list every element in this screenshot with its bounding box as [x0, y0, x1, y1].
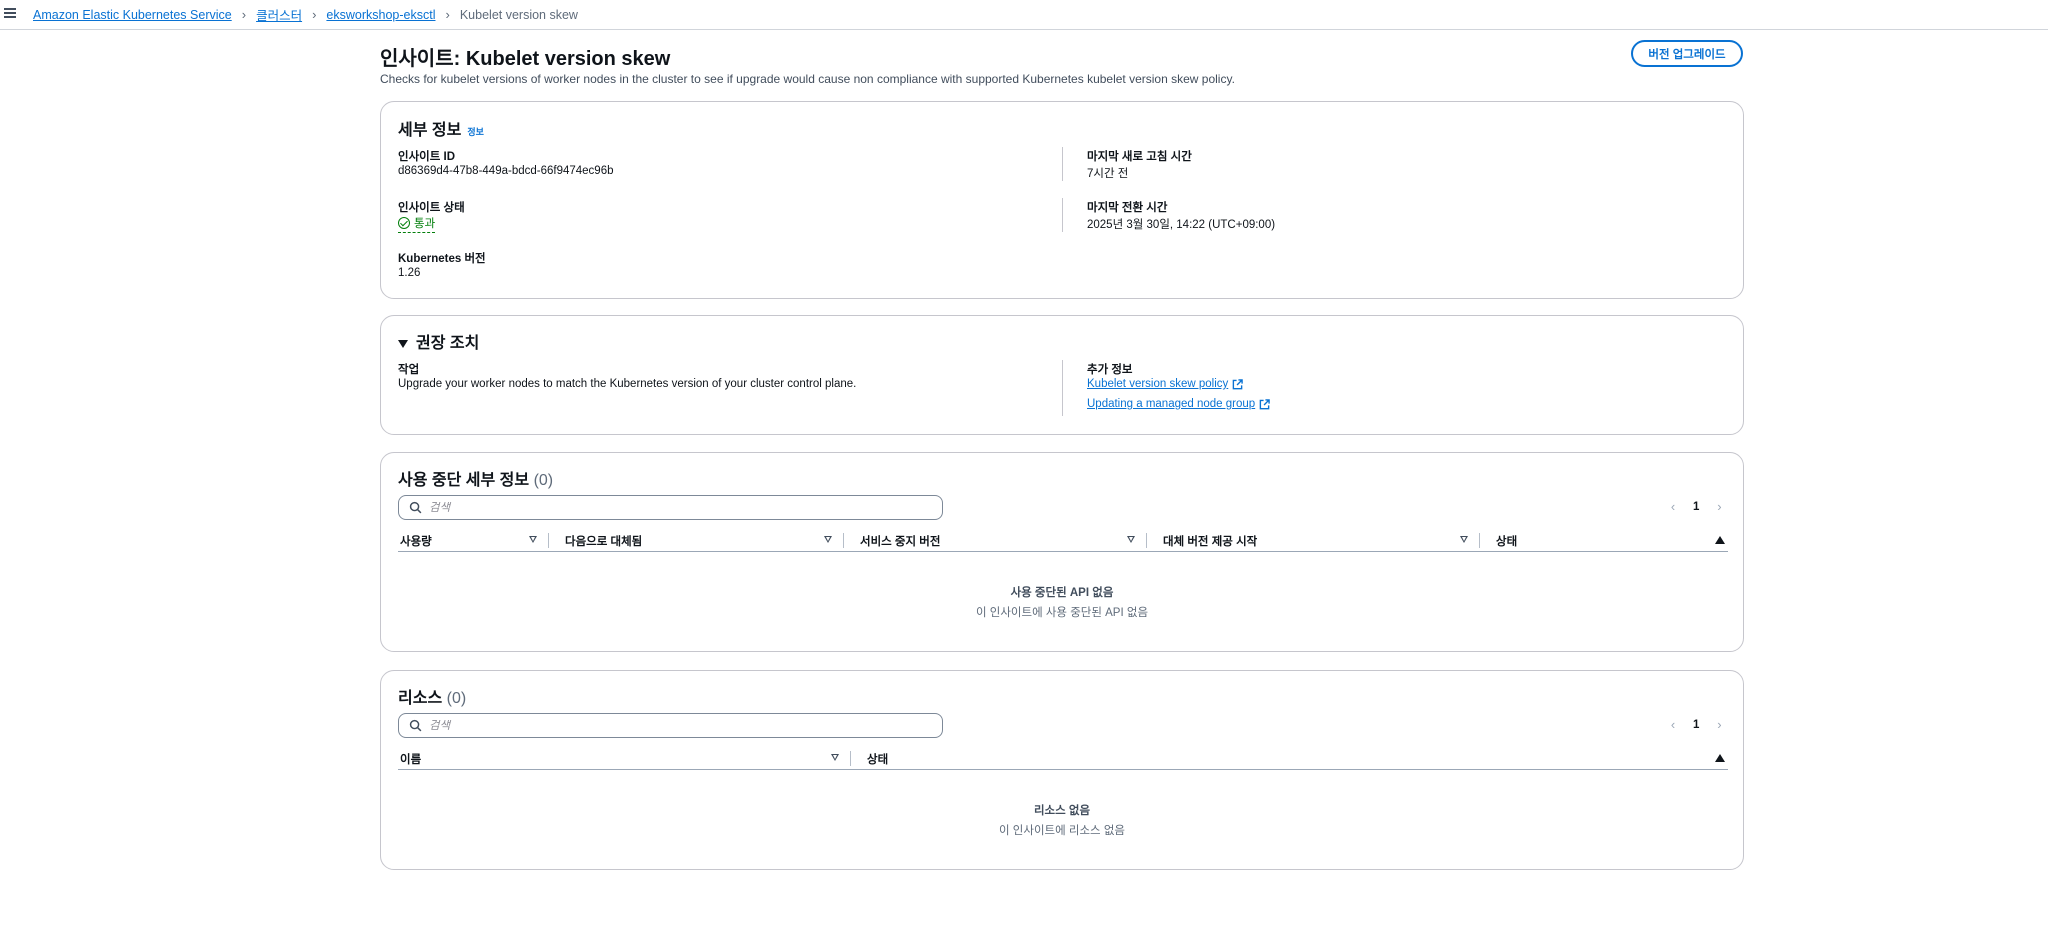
upgrade-version-button[interactable]: 버전 업그레이드	[1631, 40, 1743, 67]
resources-heading-text: 리소스	[398, 690, 443, 707]
resources-count: (0)	[446, 690, 467, 707]
recommendation-heading: 권장 조치	[416, 335, 480, 352]
k8s-version-label: Kubernetes 버전	[398, 253, 486, 265]
chevron-right-icon: ›	[241, 7, 247, 22]
info-link[interactable]: 정보	[467, 127, 484, 137]
sort-ascending-icon[interactable]	[1715, 536, 1725, 544]
insight-id-value: d86369d4-47b8-449a-bdcd-66f9474ec96b	[398, 165, 614, 177]
column-divider	[1062, 147, 1063, 181]
deprecation-heading: 사용 중단 세부 정보 (0)	[398, 466, 553, 490]
breadcrumb-current: Kubelet version skew	[459, 7, 578, 22]
recommendation-expand-toggle[interactable]: 권장 조치	[398, 329, 479, 353]
caret-down-icon	[398, 339, 408, 348]
top-navigation-bar: Amazon Elastic Kubernetes Service › 클러스터…	[0, 0, 2048, 30]
resources-pagination: ‹ 1 ›	[1665, 717, 1727, 732]
chevron-left-icon[interactable]: ‹	[1665, 717, 1681, 732]
resources-search-input[interactable]	[429, 719, 909, 732]
breadcrumb-cluster[interactable]: eksworkshop-eksctl	[326, 8, 435, 22]
external-link-icon	[1259, 398, 1270, 409]
empty-state-description: 이 인사이트에 사용 중단된 API 없음	[975, 607, 1149, 619]
sort-icon[interactable]	[1127, 536, 1135, 543]
breadcrumb: Amazon Elastic Kubernetes Service › 클러스터…	[33, 5, 578, 24]
resources-table-header: 이름 상태	[398, 748, 1728, 770]
last-refresh-value: 7시간 전	[1087, 168, 1129, 180]
sort-icon[interactable]	[529, 536, 537, 543]
last-transition-label: 마지막 전환 시간	[1087, 202, 1168, 214]
task-label: 작업	[398, 364, 420, 376]
page-title: 인사이트: Kubelet version skew	[380, 48, 671, 70]
deprecation-table-header: 사용량 다음으로 대체됨 서비스 중지 버전 대체 버전 제공 시작 상태	[398, 530, 1728, 552]
column-resizer[interactable]	[850, 751, 851, 766]
deprecation-pagination: ‹ 1 ›	[1665, 499, 1727, 514]
deprecation-details-panel: 사용 중단 세부 정보 (0) ‹ 1 › 사용량 다음으로 대체됨 서비스 중…	[380, 452, 1744, 652]
deprecation-count: (0)	[533, 472, 554, 489]
page-number[interactable]: 1	[1693, 719, 1699, 731]
chevron-left-icon[interactable]: ‹	[1665, 499, 1681, 514]
page-number[interactable]: 1	[1693, 501, 1699, 513]
column-replacement-available-from[interactable]: 대체 버전 제공 시작	[1163, 533, 1257, 549]
page-description: Checks for kubelet versions of worker no…	[380, 72, 1235, 86]
status-badge[interactable]: 통과	[398, 215, 436, 233]
chevron-right-icon[interactable]: ›	[1711, 499, 1727, 514]
empty-state-title: 사용 중단된 API 없음	[1010, 587, 1114, 599]
resources-heading: 리소스 (0)	[398, 684, 466, 708]
insight-id-label: 인사이트 ID	[398, 151, 456, 163]
insight-status-label: 인사이트 상태	[398, 202, 465, 214]
external-link-icon	[1232, 378, 1244, 389]
sort-icon[interactable]	[1460, 536, 1468, 543]
resources-panel: 리소스 (0) ‹ 1 › 이름 상태 리소스 없음 이 인사이트에 리소스 없…	[380, 670, 1744, 870]
kubelet-skew-policy-link-text: Kubelet version skew policy	[1087, 378, 1229, 390]
column-resizer[interactable]	[1479, 533, 1480, 548]
column-name[interactable]: 이름	[400, 751, 421, 767]
column-status[interactable]: 상태	[867, 751, 888, 767]
status-positive-icon	[398, 217, 410, 229]
column-resizer[interactable]	[843, 533, 844, 548]
search-icon	[409, 501, 422, 514]
sort-icon[interactable]	[824, 536, 832, 543]
column-resizer[interactable]	[548, 533, 549, 548]
chevron-right-icon[interactable]: ›	[1711, 717, 1727, 732]
sort-icon[interactable]	[831, 754, 839, 761]
empty-state-description: 이 인사이트에 리소스 없음	[999, 825, 1125, 837]
column-replaced-with[interactable]: 다음으로 대체됨	[565, 533, 642, 549]
last-refresh-label: 마지막 새로 고침 시간	[1087, 151, 1192, 163]
search-icon	[409, 719, 422, 732]
deprecation-search[interactable]	[398, 495, 943, 520]
deprecation-heading-text: 사용 중단 세부 정보	[398, 472, 530, 489]
managed-node-group-link-text: Updating a managed node group	[1087, 398, 1256, 410]
recommendation-panel: 권장 조치 작업 Upgrade your worker nodes to ma…	[380, 315, 1744, 435]
column-stop-serving-version[interactable]: 서비스 중지 버전	[860, 533, 940, 549]
details-heading: 세부 정보 정보	[398, 116, 484, 140]
kubelet-skew-policy-link[interactable]: Kubelet version skew policy	[1087, 378, 1244, 390]
managed-node-group-link[interactable]: Updating a managed node group	[1087, 398, 1270, 410]
chevron-right-icon: ›	[312, 7, 317, 22]
details-heading-text: 세부 정보	[398, 122, 462, 139]
column-status[interactable]: 상태	[1496, 533, 1517, 549]
details-panel: 세부 정보 정보 인사이트 ID d86369d4-47b8-449a-bdcd-…	[380, 101, 1744, 299]
more-info-label: 추가 정보	[1087, 364, 1133, 376]
column-divider	[1062, 198, 1063, 232]
sort-ascending-icon[interactable]	[1715, 754, 1725, 762]
resources-search[interactable]	[398, 713, 943, 738]
column-usage[interactable]: 사용량	[400, 533, 432, 549]
empty-state-title: 리소스 없음	[1033, 805, 1091, 817]
last-transition-value: 2025년 3월 30일, 14:22 (UTC+09:00)	[1087, 219, 1276, 231]
column-divider	[1062, 360, 1063, 416]
menu-icon[interactable]	[4, 6, 18, 20]
chevron-right-icon: ›	[445, 7, 450, 22]
breadcrumb-eks[interactable]: Amazon Elastic Kubernetes Service	[33, 8, 232, 22]
task-value: Upgrade your worker nodes to match the K…	[398, 378, 857, 390]
status-text: 통과	[414, 218, 436, 230]
breadcrumb-clusters[interactable]: 클러스터	[256, 5, 302, 24]
column-resizer[interactable]	[1146, 533, 1147, 548]
k8s-version-value: 1.26	[398, 267, 421, 279]
deprecation-search-input[interactable]	[429, 501, 909, 514]
